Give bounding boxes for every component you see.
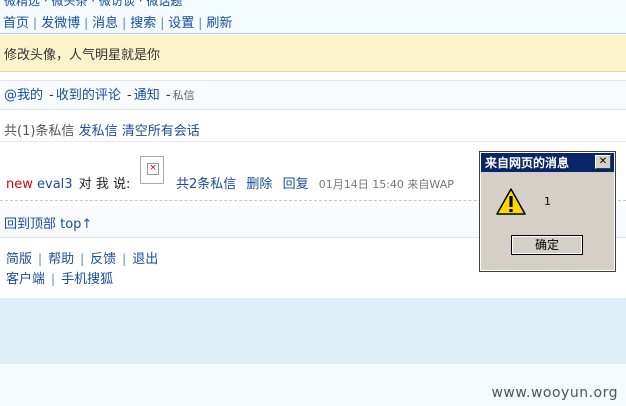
msgnav-separator: -	[127, 88, 132, 103]
message-summary: 共(1)条私信 发私信 清空所有会话	[0, 117, 626, 142]
nav-settings[interactable]: 设置	[168, 16, 194, 31]
clear-conversations-link[interactable]: 清空所有会话	[122, 124, 200, 139]
footer-logout[interactable]: 退出	[132, 252, 158, 267]
footer-separator: |	[51, 272, 56, 286]
watermark: www.wooyun.org	[491, 385, 618, 401]
nav-separator: |	[198, 16, 203, 30]
notice-banner: 修改头像，人气明星就是你	[0, 35, 626, 72]
bottom-band	[0, 298, 626, 364]
nav-home[interactable]: 首页	[3, 16, 29, 31]
footer-feedback[interactable]: 反馈	[90, 252, 116, 267]
delete-link[interactable]: 删除	[246, 177, 272, 192]
nav-post[interactable]: 发微博	[41, 16, 80, 31]
msgnav-at[interactable]: @我的	[4, 88, 43, 103]
ok-button[interactable]: 确定	[511, 235, 583, 255]
nav-separator: |	[122, 16, 127, 30]
nav-separator: |	[33, 16, 38, 30]
new-badge: new	[6, 177, 33, 192]
sender-link[interactable]: eval3	[37, 177, 73, 192]
footer-separator: |	[38, 252, 43, 266]
message-meta: 01月14日 15:40 来自WAP	[318, 178, 454, 191]
msgnav-separator: -	[165, 88, 171, 103]
notice-link[interactable]: 修改头像，人气明星就是你	[4, 48, 160, 63]
footer-separator: |	[80, 252, 85, 266]
says-label: 对 我 说:	[78, 177, 131, 192]
msgnav-separator: -	[49, 88, 54, 103]
nav-search[interactable]: 搜索	[130, 16, 156, 31]
footer-lite[interactable]: 简版	[6, 252, 32, 267]
message-count: 共(1)条私信	[4, 124, 75, 139]
close-icon[interactable]: ✕	[595, 155, 611, 169]
dialog-title: 来自网页的消息	[485, 156, 570, 170]
footer-separator: |	[122, 252, 127, 266]
broken-image-icon: ×	[140, 156, 164, 184]
msgnav-notify[interactable]: 通知	[134, 88, 160, 103]
nav-refresh[interactable]: 刷新	[206, 16, 232, 31]
msgnav-comments[interactable]: 收到的评论	[56, 88, 121, 103]
nav-separator: |	[160, 16, 165, 30]
warning-icon	[496, 188, 526, 215]
footer-help[interactable]: 帮助	[48, 252, 74, 267]
send-message-link[interactable]: 发私信	[79, 124, 118, 139]
reply-link[interactable]: 回复	[283, 177, 309, 192]
msgnav-private: 私信	[172, 89, 195, 102]
footer-mobile-sohu[interactable]: 手机搜狐	[61, 272, 113, 287]
message-actions: 共2条私信 删除 回复 01月14日 15:40 来自WAP	[176, 173, 454, 192]
total-messages-link[interactable]: 共2条私信	[176, 177, 236, 192]
message-nav: @我的 - 收到的评论 - 通知 - 私信	[0, 80, 626, 110]
message-header: new eval3 对 我 说:	[6, 173, 130, 192]
alert-dialog: 来自网页的消息 ✕ 1 确定	[479, 151, 616, 272]
nav-separator: |	[84, 16, 89, 30]
top-cut-text: 微精选 · 微头条 · 微访谈 · 微话题	[4, 0, 183, 8]
back-to-top-link[interactable]: 回到顶部 top↑	[4, 217, 92, 232]
footer-client[interactable]: 客户端	[6, 272, 45, 287]
top-cut-nav: 微精选 · 微头条 · 微访谈 · 微话题	[0, 0, 626, 10]
nav-messages[interactable]: 消息	[92, 16, 118, 31]
dialog-message: 1	[544, 195, 551, 208]
main-nav: 首页 | 发微博 | 消息 | 搜索 | 设置 | 刷新	[0, 10, 626, 34]
dialog-titlebar: 来自网页的消息 ✕	[481, 153, 614, 172]
